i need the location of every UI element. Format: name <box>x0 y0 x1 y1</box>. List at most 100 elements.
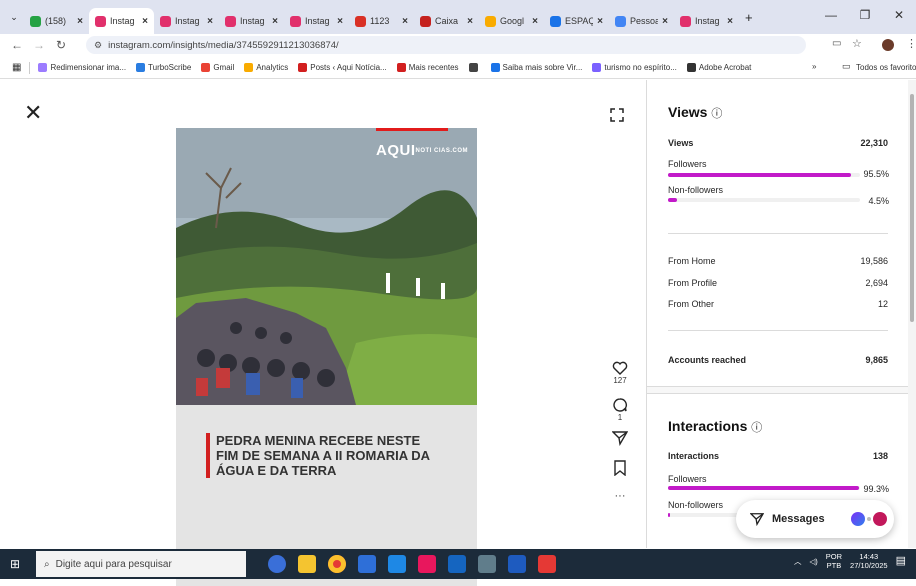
app-icon[interactable] <box>448 555 466 573</box>
close-icon[interactable]: ✕ <box>24 100 42 126</box>
all-bookmarks-link[interactable]: Todos os favoritos <box>856 63 916 72</box>
tab-favicon-icon <box>550 15 561 27</box>
tab-favicon-icon <box>290 15 301 27</box>
tab-label: ESPAÇ <box>565 16 594 26</box>
interactions-heading: Interactions ⓘ <box>668 418 763 434</box>
tab-label: 1123 <box>370 16 390 26</box>
bookmark-item[interactable]: TurboScribe <box>136 63 191 72</box>
page-scrollbar[interactable] <box>908 80 916 548</box>
app-icon[interactable] <box>478 555 496 573</box>
divider <box>668 330 888 331</box>
indesign-icon[interactable] <box>418 555 436 573</box>
tab-close-icon[interactable]: × <box>337 16 343 27</box>
reload-icon[interactable]: ↻ <box>50 38 72 52</box>
info-icon[interactable]: ⓘ <box>711 108 722 120</box>
illustrator-icon[interactable] <box>358 555 376 573</box>
window-close-icon[interactable]: ✕ <box>882 8 916 22</box>
bookmarks-more-icon[interactable]: » <box>812 62 816 71</box>
browser-tab[interactable]: Pessoa × <box>609 8 674 34</box>
minimize-icon[interactable]: — <box>814 8 848 22</box>
tab-close-icon[interactable]: × <box>142 16 148 27</box>
browser-tab[interactable]: Instag × <box>674 8 739 34</box>
clock[interactable]: 14:43 27/10/2025 <box>850 552 888 570</box>
like-heart-icon[interactable] <box>612 360 628 376</box>
bookmark-label: TurboScribe <box>148 63 192 72</box>
non-followers-bar <box>668 198 860 202</box>
bookmark-item[interactable]: Mais recentes <box>396 63 459 72</box>
browser-tab[interactable]: 1123 × <box>349 8 414 34</box>
bookmark-item[interactable]: Saiba mais sobre Vir... <box>490 63 582 72</box>
tray-chevron-icon[interactable]: ︿ <box>794 557 802 566</box>
views-heading: Views ⓘ <box>668 104 723 120</box>
tab-favicon-icon <box>485 15 496 27</box>
comment-icon[interactable] <box>612 397 628 413</box>
browser-tab[interactable]: Instag × <box>219 8 284 34</box>
restore-icon[interactable]: ❐ <box>848 8 882 22</box>
bookmark-item[interactable]: turismo no espírito... <box>592 63 677 72</box>
photoshop-icon[interactable] <box>388 555 406 573</box>
bookmark-item[interactable]: Analytics <box>244 63 288 72</box>
bookmark-favicon-icon <box>136 63 146 72</box>
info-icon[interactable]: ⓘ <box>751 422 762 434</box>
bookmark-label: turismo no espírito... <box>604 63 677 72</box>
tab-close-icon[interactable]: × <box>207 16 213 27</box>
file-explorer-icon[interactable] <box>298 555 316 573</box>
from-home-row: From Home 19,586 <box>668 256 888 266</box>
int-followers-bar <box>668 486 860 490</box>
save-bookmark-icon[interactable] <box>612 460 628 476</box>
browser-tab[interactable]: Instag × <box>284 8 349 34</box>
forward-icon[interactable]: → <box>28 38 50 52</box>
bookmark-item[interactable]: Redimensionar ima... <box>38 63 126 72</box>
bookmark-star-icon[interactable]: ☆ <box>852 37 862 50</box>
back-icon[interactable]: ← <box>6 38 28 52</box>
acrobat-icon[interactable] <box>538 555 556 573</box>
app-icon[interactable] <box>268 555 286 573</box>
bookmark-item[interactable]: Posts ‹ Aqui Notícia... <box>298 63 387 72</box>
browser-tab[interactable]: (158) × <box>24 8 89 34</box>
tab-close-icon[interactable]: × <box>727 16 733 27</box>
language-indicator[interactable]: POR PTB <box>826 552 842 570</box>
tab-close-icon[interactable]: × <box>532 16 538 27</box>
more-options-icon[interactable]: ··· <box>615 490 626 502</box>
followers-label: Followers <box>668 159 707 169</box>
bookmark-item[interactable]: Gmail <box>201 63 234 72</box>
share-icon[interactable] <box>612 430 628 446</box>
tab-search-icon[interactable]: ⌄ <box>4 12 24 23</box>
tab-close-icon[interactable]: × <box>467 16 473 27</box>
bookmark-favicon-icon <box>490 63 500 72</box>
bookmark-item[interactable]: Adobe Acrobat <box>686 63 752 72</box>
tab-close-icon[interactable]: × <box>597 16 603 27</box>
tab-close-icon[interactable]: × <box>402 16 408 27</box>
tab-close-icon[interactable]: × <box>272 16 278 27</box>
browser-tab[interactable]: Caixa × <box>414 8 479 34</box>
taskbar-search[interactable]: ⌕ Digite aqui para pesquisar <box>36 551 246 577</box>
chrome-icon[interactable] <box>328 555 346 573</box>
url-text[interactable]: instagram.com/insights/media/37455929112… <box>108 40 339 51</box>
word-icon[interactable] <box>508 555 526 573</box>
interactions-row: Interactions 138 <box>668 451 888 461</box>
bookmark-label: Adobe Acrobat <box>698 63 752 72</box>
browser-menu-icon[interactable]: ⋮ <box>906 37 916 50</box>
cast-icon[interactable]: ▭ <box>832 38 841 49</box>
profile-avatar[interactable] <box>882 39 894 51</box>
expand-icon[interactable] <box>610 108 624 122</box>
from-other-row: From Other 12 <box>668 299 888 309</box>
bookmark-label: Analytics <box>256 63 289 72</box>
browser-tab[interactable]: Instag × <box>154 8 219 34</box>
new-tab-button[interactable]: + <box>745 10 753 25</box>
notifications-icon[interactable]: ▤ <box>896 555 906 566</box>
browser-tab[interactable]: Instag × <box>89 8 154 34</box>
site-info-icon[interactable]: ⚙ <box>94 40 102 51</box>
volume-icon[interactable]: ◁) <box>810 557 818 566</box>
browser-tab[interactable]: Googl × <box>479 8 544 34</box>
like-count: 127 <box>613 376 627 385</box>
from-profile-row: From Profile 2,694 <box>668 278 888 288</box>
apps-grid-icon[interactable]: ▦ <box>12 62 21 73</box>
tab-close-icon[interactable]: × <box>662 16 668 27</box>
browser-tab[interactable]: ESPAÇ × <box>544 8 609 34</box>
windows-start-icon[interactable]: ⊞ <box>10 557 20 571</box>
bookmark-item[interactable] <box>468 63 481 72</box>
messages-button[interactable]: Messages <box>736 500 894 538</box>
url-field[interactable]: ⚙ instagram.com/insights/media/374559291… <box>86 36 806 54</box>
tab-close-icon[interactable]: × <box>77 16 83 27</box>
